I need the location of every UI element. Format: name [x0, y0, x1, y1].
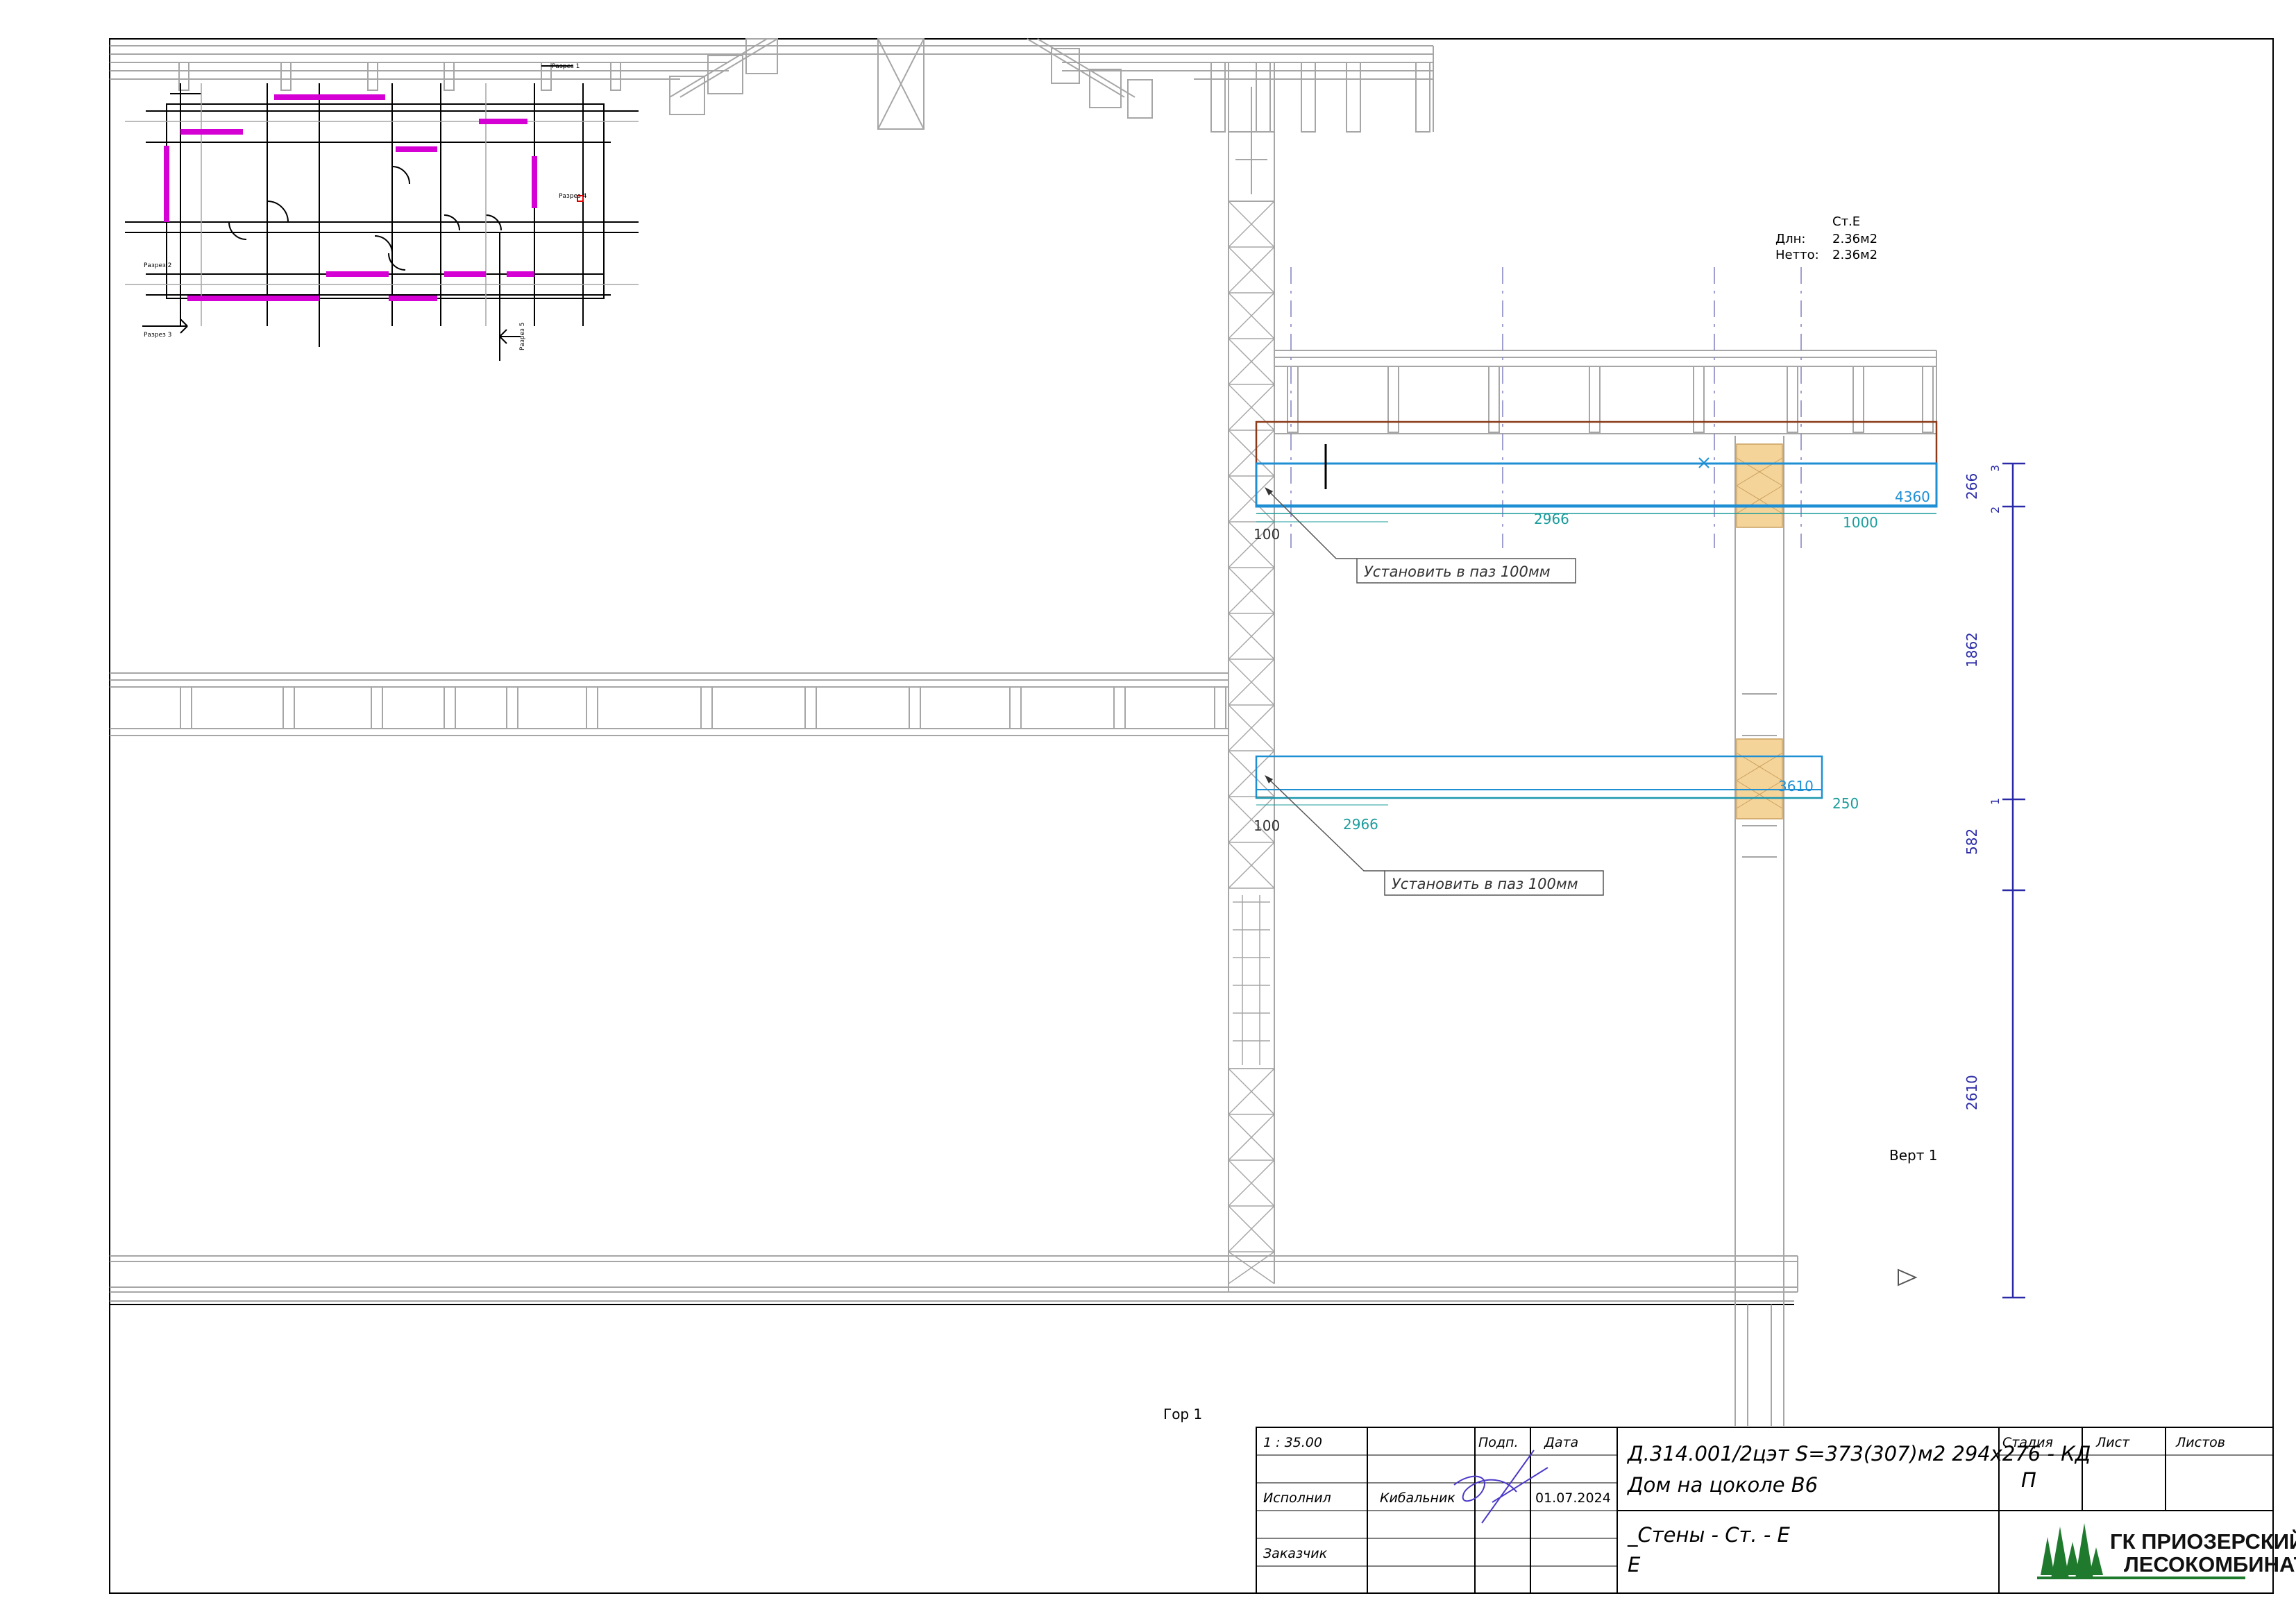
tb-project-code: Д.314.001/2цэт S=373(307)м2 294х276 - КД: [1626, 1442, 2091, 1465]
tb-executor-name: Кибальник: [1380, 1490, 1455, 1506]
beam-upper: [1255, 444, 1938, 522]
tb-date: 01.07.2024: [1535, 1490, 1611, 1506]
company-logo: ГК ПРИОЗЕРСКИЙ ЛЕСОКОМБИНАТ: [2037, 1523, 2296, 1579]
drawing-frame: [109, 38, 2274, 1594]
plan-section-label-5: Разрез 5: [519, 323, 526, 350]
plan-section-label-1: Разрез 1: [552, 63, 580, 70]
beam-upper-segment: 2966: [1534, 511, 1569, 527]
beam-upper-overhang: 1000: [1843, 514, 1878, 531]
roof-structure-top: [110, 38, 1434, 133]
tb-date-header: Дата: [1544, 1435, 1578, 1450]
vertical-dimension-chain: [2002, 462, 2025, 1299]
vdim-2610: 2610: [1964, 1075, 1980, 1110]
vert-label: Верт 1: [1889, 1147, 1937, 1164]
dln-label: Длн:: [1775, 232, 1805, 246]
beam-lower-segment: 2966: [1343, 816, 1378, 833]
level-mark-1: 1: [1989, 798, 2002, 805]
truss-column: [1228, 62, 1275, 1284]
vdim-582: 582: [1964, 829, 1980, 855]
drawing-sheet: Разрез 1 Разрез 2 Разрез 3 Разрез 4 Разр…: [109, 38, 2296, 1594]
hor-label: Гор 1: [1163, 1406, 1202, 1422]
plan-section-label-4: Разрез 4: [559, 193, 587, 200]
roof-edge-line: [1255, 420, 1938, 465]
tb-sign-header: Подп.: [1478, 1435, 1519, 1450]
tb-sheets-header: Листов: [2175, 1435, 2225, 1450]
netto-label: Нетто:: [1775, 248, 1819, 262]
post-block-top: [1736, 443, 1783, 528]
level-mark-3: 3: [1989, 465, 2002, 472]
truss-infill: [1228, 887, 1275, 1069]
tb-sheet-header: Лист: [2095, 1435, 2130, 1450]
plan-section-label-3: Разрез 3: [144, 332, 171, 339]
beam-lower-overhang: 250: [1832, 795, 1859, 812]
beam-lower-offset: 100: [1253, 817, 1280, 834]
floor-joist-band: [110, 672, 1229, 736]
tb-stage-value: П: [2021, 1468, 2036, 1492]
signature: [1453, 1450, 1548, 1524]
tb-sheet-subtitle: E: [1628, 1553, 1641, 1577]
foundation-band: [110, 1255, 1798, 1302]
level-mark-2: 2: [1989, 507, 2002, 513]
post-block-bottom: [1736, 738, 1783, 819]
plan-section-label-2: Разрез 2: [144, 262, 171, 269]
company-name-line1: ГК ПРИОЗЕРСКИЙ: [2110, 1529, 2296, 1554]
note-lower: Установить в паз 100мм: [1392, 876, 1578, 892]
note-upper: Установить в паз 100мм: [1364, 563, 1551, 580]
beam-upper-length: 4360: [1895, 488, 1930, 505]
netto-value: 2.36м2: [1832, 248, 1877, 262]
tb-role-customer: Заказчик: [1263, 1546, 1328, 1561]
tb-role-executor: Исполнил: [1263, 1490, 1331, 1506]
floor-plan-inset: Разрез 1 Разрез 2 Разрез 3 Разрез 4 Разр…: [125, 63, 639, 361]
vdim-266: 266: [1964, 473, 1980, 500]
tb-sheet-title: _Стены - Ст. - E: [1627, 1523, 1791, 1547]
dln-value: 2.36м2: [1832, 232, 1877, 246]
beam-lower-length: 3610: [1778, 778, 1814, 794]
wall-label: Ст.E: [1832, 214, 1860, 229]
tb-scale: 1 : 35.00: [1263, 1435, 1322, 1450]
company-name-line2: ЛЕСОКОМБИНАТ: [2124, 1552, 2296, 1577]
view-marker: [1898, 1268, 1918, 1286]
vertical-post: [1734, 436, 1784, 1426]
vdim-1862: 1862: [1964, 632, 1980, 668]
tb-project-name: Дом на цоколе В6: [1626, 1473, 1818, 1497]
beam-upper-offset: 100: [1253, 526, 1280, 543]
truss-cross-bracing: [1228, 201, 1275, 1284]
